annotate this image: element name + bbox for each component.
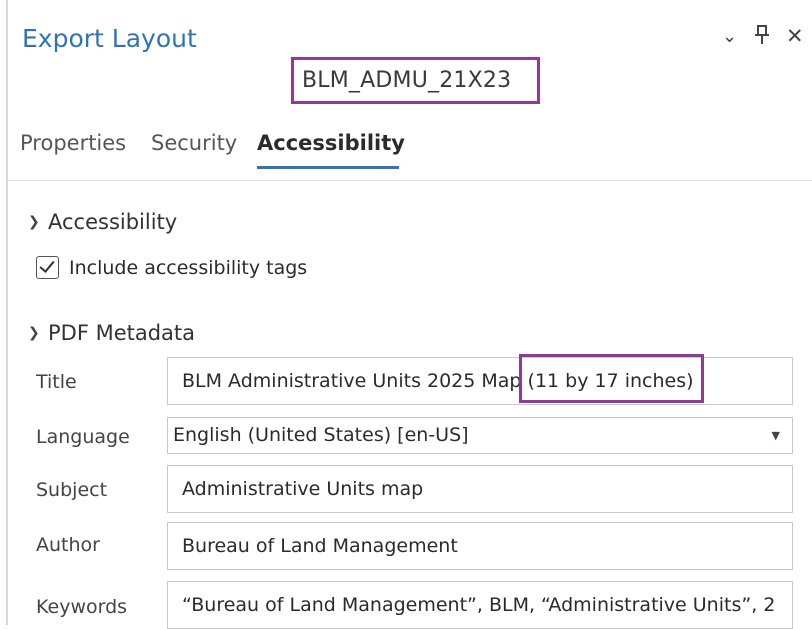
tabs-divider [8,180,812,181]
include-accessibility-tags-checkbox[interactable] [36,256,59,279]
language-label: Language [36,426,130,448]
pin-icon[interactable] [754,25,770,50]
section-pdf-metadata-header[interactable]: ❯ PDF Metadata [28,321,195,345]
subject-value: Administrative Units map [182,478,424,500]
pin-icon-graphic [755,25,769,44]
keywords-value: “Bureau of Land Management”, BLM, “Admin… [182,594,776,616]
include-accessibility-tags-row[interactable]: Include accessibility tags [36,256,307,279]
title-value: BLM Administrative Units 2025 Map (11 by… [182,370,694,392]
keywords-label: Keywords [36,596,128,618]
tab-accessibility[interactable]: Accessibility [257,131,405,155]
include-accessibility-tags-label: Include accessibility tags [69,257,308,279]
tab-properties[interactable]: Properties [20,131,126,155]
chevron-down-icon: ❯ [28,214,40,230]
section-accessibility-title: Accessibility [48,210,178,234]
keywords-field[interactable]: “Bureau of Land Management”, BLM, “Admin… [167,581,793,629]
title-field[interactable]: BLM Administrative Units 2025 Map (11 by… [167,357,793,405]
pane-title: Export Layout [22,24,197,53]
section-accessibility-header[interactable]: ❯ Accessibility [28,210,177,234]
title-label: Title [36,371,77,393]
language-value: English (United States) [en-US] [173,424,469,446]
author-label: Author [36,534,100,556]
active-tab-indicator [257,166,399,169]
section-pdf-metadata-title: PDF Metadata [48,321,196,345]
dropdown-arrow-icon: ▼ [771,429,780,442]
close-icon[interactable]: ✕ [786,24,804,48]
checkmark-icon [39,257,55,273]
author-field[interactable]: Bureau of Land Management [167,522,793,570]
language-select[interactable]: English (United States) [en-US] ▼ [167,417,793,454]
author-value: Bureau of Land Management [182,535,458,557]
subject-label: Subject [36,479,108,501]
pane-left-border [6,0,8,625]
chevron-down-icon: ❯ [28,325,40,341]
chevron-down-icon[interactable]: ⌄ [722,26,737,47]
tab-security[interactable]: Security [151,131,237,155]
layout-name: BLM_ADMU_21X23 [302,68,512,93]
subject-field[interactable]: Administrative Units map [167,465,793,513]
